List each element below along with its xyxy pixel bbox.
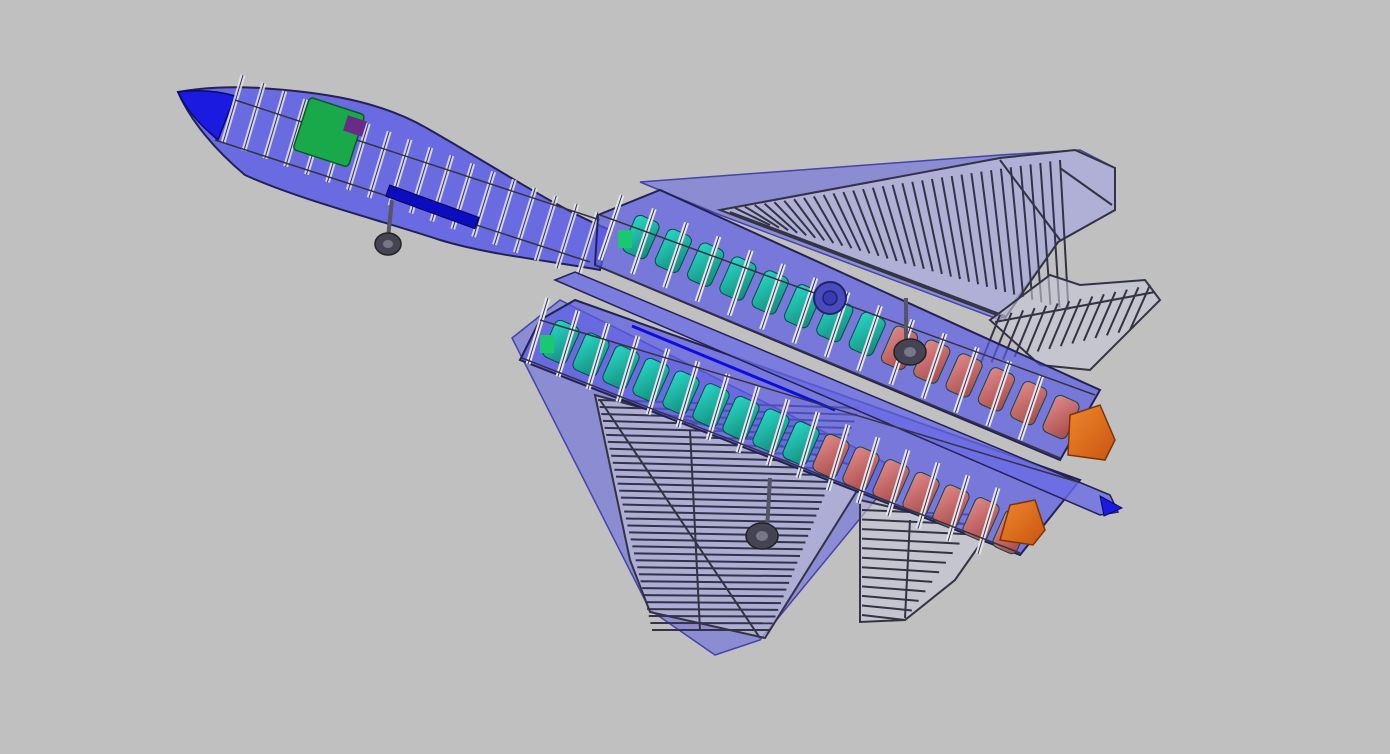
wing-rib [643,594,784,598]
upper-nozzle [1067,404,1116,461]
green-block [618,230,632,248]
wing-rib [645,601,781,605]
aircraft-3d-model[interactable] [0,0,1390,754]
cad-viewport[interactable] [0,0,1390,754]
green-block [540,335,554,353]
wing-rib [647,608,779,611]
central-disc-hub [822,290,838,306]
